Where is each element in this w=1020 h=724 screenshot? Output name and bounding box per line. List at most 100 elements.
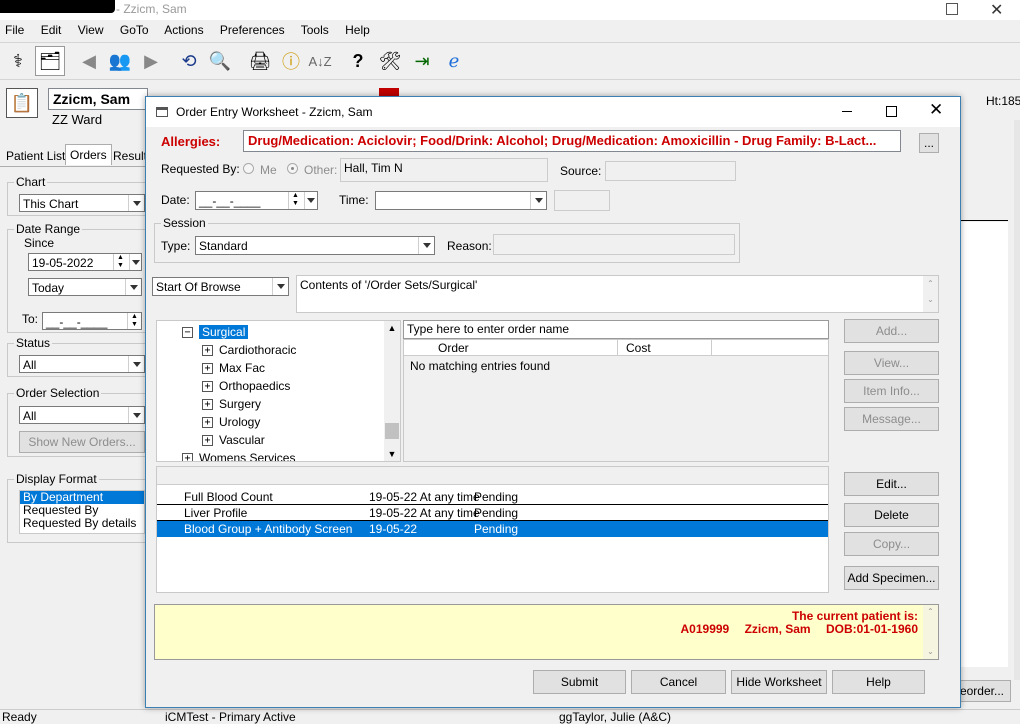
display-format-item-requested-details[interactable]: Requested By details: [20, 517, 144, 530]
chevron-down-icon[interactable]: [304, 192, 317, 209]
order-worklist[interactable]: Full Blood Count 19-05-22 At any time Pe…: [156, 466, 829, 593]
order-results-list[interactable]: Order Cost No matching entries found: [403, 339, 829, 462]
collapse-icon[interactable]: −: [182, 327, 193, 339]
allergies-more-button[interactable]: ...: [919, 133, 939, 153]
scroll-down-icon[interactable]: ⌄: [923, 645, 938, 659]
expand-icon[interactable]: +: [202, 345, 213, 357]
edit-button[interactable]: Edit...: [844, 472, 939, 496]
menu-actions[interactable]: Actions: [164, 23, 203, 37]
tab-results[interactable]: Results: [113, 149, 147, 163]
tab-patient-list[interactable]: Patient List: [6, 149, 65, 163]
submit-button[interactable]: Submit: [533, 670, 626, 694]
view-button[interactable]: View...: [844, 351, 939, 375]
minimize-icon[interactable]: [842, 111, 852, 112]
help-icon[interactable]: ?: [346, 46, 370, 76]
cost-column-header[interactable]: Cost: [626, 341, 651, 355]
display-format-list[interactable]: By Department Requested By Requested By …: [19, 490, 145, 534]
spinner-icon[interactable]: ▲ ▼: [288, 192, 302, 209]
scroll-down-icon[interactable]: ▼: [384, 447, 400, 461]
maximize-icon[interactable]: [886, 106, 897, 117]
browser-icon[interactable]: ℯ: [440, 46, 468, 76]
menu-tools[interactable]: Tools: [301, 23, 329, 37]
order-column-header[interactable]: Order: [438, 341, 469, 355]
chevron-down-icon[interactable]: [272, 278, 288, 295]
tree-item-max-fac[interactable]: + Max Fac: [202, 359, 265, 377]
close-icon[interactable]: ✕: [929, 100, 943, 120]
worklist-row[interactable]: Liver Profile 19-05-22 At any time Pendi…: [157, 505, 828, 521]
date-field[interactable]: __-__-____ ▲ ▼: [195, 191, 318, 210]
menu-help[interactable]: Help: [345, 23, 370, 37]
tools-icon[interactable]: 🛠: [376, 46, 404, 76]
chevron-down-icon[interactable]: [125, 279, 141, 295]
status-combo[interactable]: All: [19, 355, 145, 373]
menu-edit[interactable]: Edit: [41, 23, 62, 37]
since-period-combo[interactable]: Today: [28, 278, 142, 296]
info-icon[interactable]: ⓘ: [277, 46, 305, 76]
copy-button[interactable]: Copy...: [844, 532, 939, 556]
expand-icon[interactable]: +: [202, 381, 213, 393]
order-search-input[interactable]: Type here to enter order name: [403, 320, 829, 339]
expand-icon[interactable]: +: [202, 417, 213, 429]
order-set-tree[interactable]: − Surgical + Cardiothoracic + Max Fac + Orth…: [156, 320, 401, 462]
scroll-up-icon[interactable]: ⌃: [923, 605, 938, 619]
worklist-icon[interactable]: ⚕: [4, 46, 32, 76]
patient-panel-scrollbar[interactable]: ⌃ ⌄: [923, 605, 938, 659]
type-combo[interactable]: Standard: [195, 236, 435, 255]
worklist-row-selected[interactable]: Blood Group + Antibody Screen 19-05-22 P…: [157, 521, 828, 537]
browse-combo[interactable]: Start Of Browse: [152, 277, 289, 296]
delete-button[interactable]: Delete: [844, 503, 939, 527]
spinner-icon[interactable]: ▲ ▼: [127, 313, 141, 329]
expand-icon[interactable]: +: [182, 453, 193, 461]
show-new-orders-button[interactable]: Show New Orders...: [19, 431, 145, 453]
item-info-button[interactable]: Item Info...: [844, 379, 939, 403]
help-button[interactable]: Help: [832, 670, 925, 694]
spinner-icon[interactable]: ▲ ▼: [113, 254, 127, 270]
menu-file[interactable]: File: [5, 23, 24, 37]
tree-item-surgery[interactable]: + Surgery: [202, 395, 261, 413]
cancel-button[interactable]: Cancel: [631, 670, 726, 694]
time-combo[interactable]: [375, 191, 547, 210]
close-icon[interactable]: ✕: [990, 0, 1003, 20]
tree-item-urology[interactable]: + Urology: [202, 413, 260, 431]
find-icon[interactable]: 🔍: [206, 46, 234, 76]
menu-goto[interactable]: GoTo: [120, 23, 149, 37]
forward-arrow-icon[interactable]: ▶: [139, 46, 163, 76]
patient-list-icon[interactable]: 👥: [105, 46, 135, 76]
chevron-down-icon[interactable]: [128, 195, 144, 211]
hide-worksheet-button[interactable]: Hide Worksheet: [731, 670, 827, 694]
sort-icon[interactable]: A↓Z: [308, 46, 332, 76]
tree-item-cardiothoracic[interactable]: + Cardiothoracic: [202, 341, 296, 359]
chevron-down-icon[interactable]: [128, 356, 144, 372]
contents-scrollbar[interactable]: ⌃ ⌄: [923, 276, 938, 312]
tree-item-womens-services[interactable]: + Womens Services: [182, 449, 295, 461]
exit-icon[interactable]: ⇥: [408, 46, 436, 76]
restore-icon[interactable]: [946, 3, 958, 15]
since-date-field[interactable]: 19-05-2022 ▲ ▼: [28, 253, 142, 271]
expand-icon[interactable]: +: [202, 435, 213, 447]
message-button[interactable]: Message...: [844, 407, 939, 431]
me-radio[interactable]: [243, 163, 254, 174]
chevron-down-icon[interactable]: [129, 254, 141, 270]
tree-item-surgical[interactable]: − Surgical: [182, 323, 249, 341]
menu-preferences[interactable]: Preferences: [220, 23, 285, 37]
refresh-icon[interactable]: ⟲: [176, 46, 202, 76]
scroll-up-icon[interactable]: ▲: [384, 321, 400, 335]
tab-orders[interactable]: Orders: [65, 144, 112, 165]
tree-scrollbar[interactable]: ▲ ▼: [384, 321, 400, 461]
chevron-down-icon[interactable]: [128, 407, 144, 423]
to-date-field[interactable]: __-__-____ ▲ ▼: [42, 312, 142, 330]
expand-icon[interactable]: +: [202, 363, 213, 375]
chevron-down-icon[interactable]: [530, 192, 546, 209]
orders-icon[interactable]: 🗂: [35, 46, 65, 76]
tree-item-orthopaedics[interactable]: + Orthopaedics: [202, 377, 290, 395]
order-selection-combo[interactable]: All: [19, 406, 145, 424]
expand-icon[interactable]: +: [202, 399, 213, 411]
add-specimen-button[interactable]: Add Specimen...: [844, 566, 939, 590]
worklist-row[interactable]: Full Blood Count 19-05-22 At any time Pe…: [157, 489, 828, 505]
menu-view[interactable]: View: [78, 23, 104, 37]
other-radio[interactable]: [287, 163, 298, 174]
tree-item-vascular[interactable]: + Vascular: [202, 431, 265, 449]
print-icon[interactable]: 🖨: [247, 46, 273, 76]
back-arrow-icon[interactable]: ◀: [77, 46, 101, 76]
scroll-thumb[interactable]: [385, 423, 399, 439]
